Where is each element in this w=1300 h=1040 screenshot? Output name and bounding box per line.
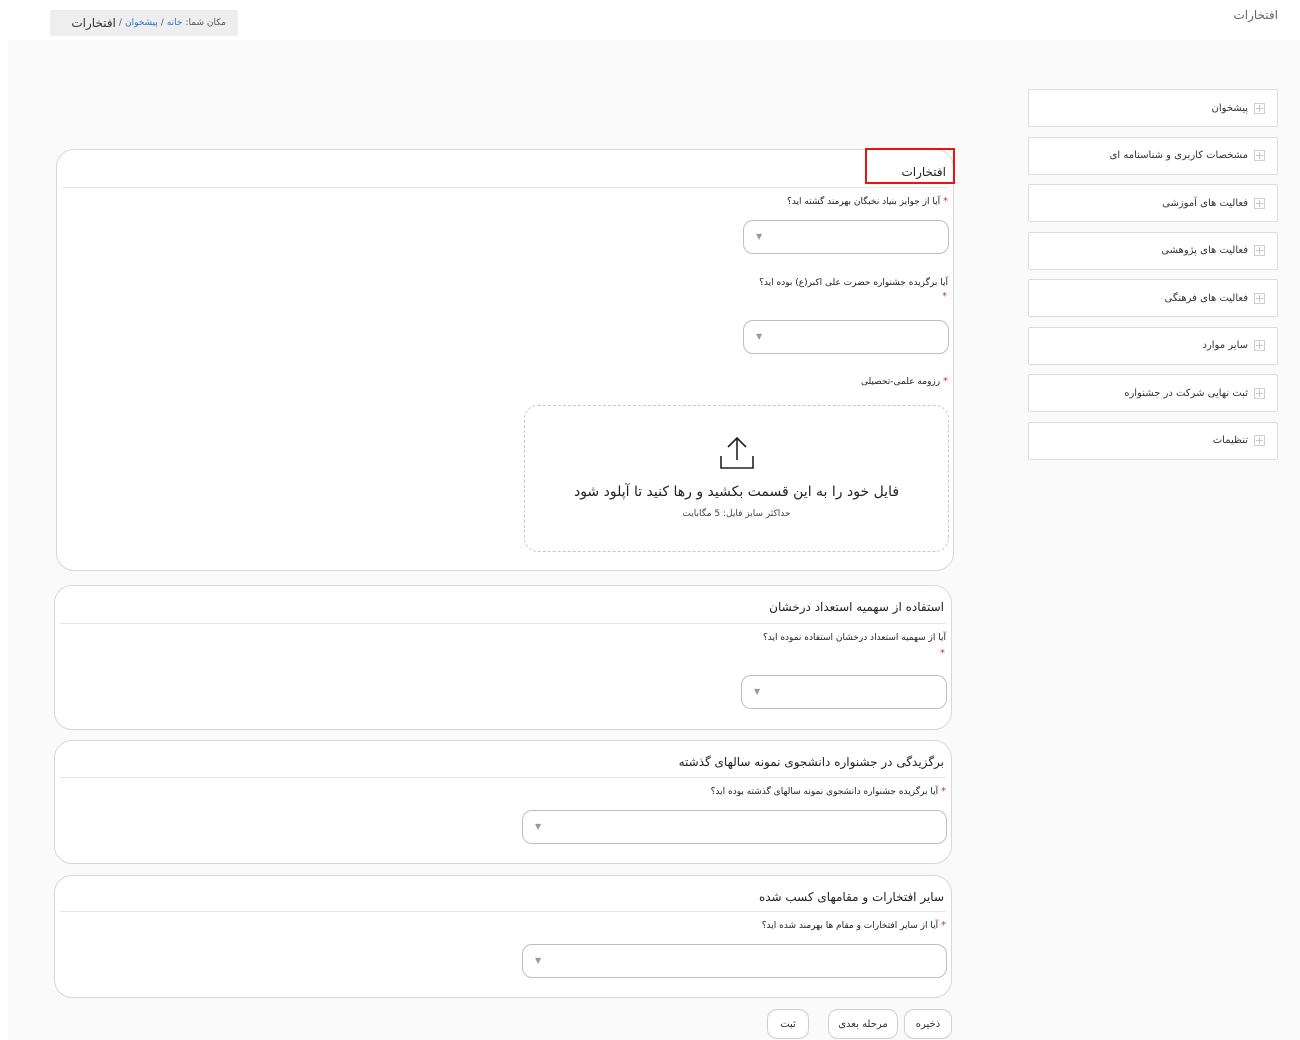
panel-title: افتخارات [901, 165, 946, 179]
sidebar-item-settings[interactable]: تنظیمات [1028, 421, 1278, 460]
sidebar-item-label: پیشخوان [1211, 102, 1248, 114]
honors-panel: افتخارات * آیا از جوایز بنیاد نخبگان بهر… [56, 148, 955, 571]
upload-size-limit: حداکثر سایز فایل: 5 مگابایت [682, 509, 791, 519]
required-mark: * [943, 196, 948, 207]
panel-title: سایر افتخارات و مقامهای کسب شده [758, 890, 944, 904]
sidebar-item-label: فعالیت های آموزشی [1162, 197, 1248, 209]
expand-plus-icon [1254, 150, 1265, 161]
required-mark: * [940, 648, 945, 659]
breadcrumb-separator: / [160, 18, 164, 28]
sidebar-item-education[interactable]: فعالیت های آموزشی [1028, 184, 1278, 222]
expand-plus-icon [1254, 197, 1265, 209]
caret-down-icon: ▼ [535, 956, 542, 965]
upload-icon [719, 436, 754, 469]
sidebar-item-final-registration[interactable]: ثبت نهایی شرکت در جشنواره [1028, 374, 1278, 412]
required-mark: * [943, 376, 948, 387]
caret-down-icon: ▼ [756, 332, 763, 341]
exemplary-student-panel: برگزیدگی در جشنواره دانشجوی نمونه سالهای… [54, 740, 952, 864]
breadcrumb-prefix: مکان شما: [185, 18, 226, 28]
caret-down-icon: ▼ [535, 822, 542, 831]
caret-down-icon: ▼ [756, 232, 763, 241]
other-honors-select[interactable]: ▼ [522, 944, 947, 978]
question-label: * رزومه علمی-تحصیلی [860, 376, 948, 387]
expand-plus-icon [1254, 292, 1265, 304]
expand-plus-icon [1254, 102, 1265, 114]
expand-plus-icon [1254, 387, 1265, 399]
elite-foundation-select[interactable]: ▼ [743, 220, 949, 254]
talent-quota-select[interactable]: ▼ [741, 675, 947, 709]
exemplary-student-select[interactable]: ▼ [522, 810, 947, 844]
question-label: * آیا از سایر افتخارات و مقام ها بهرمند … [761, 920, 946, 931]
next-step-button[interactable]: مرحله بعدی [828, 1009, 898, 1039]
divider [60, 911, 946, 912]
sidebar-item-dashboard[interactable]: پیشخوان [1028, 89, 1278, 127]
question-label: * آیا از جوایز بنیاد نخبگان بهرمند گشته … [787, 196, 948, 207]
file-upload-dropzone[interactable]: فایل خود را به این قسمت بکشید و رها کنید… [524, 405, 949, 552]
ali-akbar-festival-select[interactable]: ▼ [743, 320, 949, 354]
breadcrumb-home-link[interactable]: خانه [167, 18, 183, 28]
breadcrumb-dashboard-link[interactable]: پیشخوان [125, 18, 158, 28]
sidebar-item-label: تنظیمات [1212, 435, 1248, 446]
panel-title: برگزیدگی در جشنواره دانشجوی نمونه سالهای… [678, 755, 944, 769]
page-title: افتخارات [1233, 8, 1278, 22]
save-button[interactable]: ذخیره [904, 1009, 952, 1039]
talent-quota-panel: استفاده از سهمیه استعداد درخشان آیا از س… [54, 585, 952, 730]
sidebar-menu: پیشخوان مشخصات کاربری و شناسنامه ای فعال… [1028, 89, 1278, 469]
question-label: آیا از سهمیه استعداد درخشان استفاده نمود… [762, 633, 946, 643]
panel-title: استفاده از سهمیه استعداد درخشان [769, 600, 944, 614]
expand-plus-icon [1254, 245, 1265, 256]
expand-plus-icon [1254, 435, 1265, 446]
expand-plus-icon [1254, 340, 1265, 351]
sidebar-item-profile[interactable]: مشخصات کاربری و شناسنامه ای [1028, 136, 1278, 175]
sidebar-item-label: فعالیت های پژوهشی [1161, 245, 1248, 256]
sidebar-item-research[interactable]: فعالیت های پژوهشی [1028, 231, 1278, 270]
divider [60, 623, 946, 624]
required-mark: * [942, 291, 947, 302]
breadcrumb-separator: / [118, 18, 122, 28]
sidebar-item-label: سایر موارد [1202, 340, 1249, 351]
caret-down-icon: ▼ [754, 687, 761, 696]
other-honors-panel: سایر افتخارات و مقامهای کسب شده * آیا از… [54, 875, 952, 998]
divider [60, 777, 946, 778]
sidebar-item-label: فعالیت های فرهنگی [1164, 292, 1249, 304]
sidebar-item-cultural[interactable]: فعالیت های فرهنگی [1028, 279, 1278, 317]
upload-instructions: فایل خود را به این قسمت بکشید و رها کنید… [573, 484, 900, 500]
breadcrumb: مکان شما: خانه / پیشخوان / افتخارات [50, 10, 238, 36]
sidebar-item-other[interactable]: سایر موارد [1028, 326, 1278, 365]
sidebar-item-label: ثبت نهایی شرکت در جشنواره [1124, 387, 1248, 399]
required-mark: * [941, 786, 946, 797]
sidebar-item-label: مشخصات کاربری و شناسنامه ای [1109, 150, 1248, 161]
divider [62, 187, 948, 188]
submit-button[interactable]: ثبت [767, 1009, 809, 1039]
question-label: * آیا برگزیده جشنواره دانشجوی نمونه ساله… [710, 786, 946, 797]
breadcrumb-current: افتخارات [71, 16, 116, 30]
required-mark: * [941, 920, 946, 931]
question-label: آیا برگزیده جشنواره حضرت علی اکبر(ع) بود… [759, 278, 948, 288]
